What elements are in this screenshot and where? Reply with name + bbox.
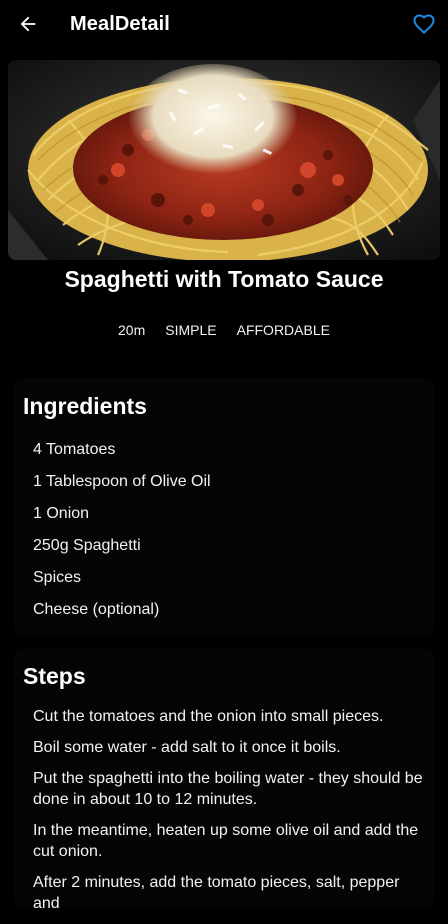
- ingredients-list: 4 Tomatoes 1 Tablespoon of Olive Oil 1 O…: [33, 434, 211, 626]
- meal-duration: 20m: [118, 322, 146, 338]
- step-item: In the meantime, heaten up some olive oi…: [33, 822, 419, 860]
- heart-outline-icon: [413, 14, 435, 34]
- steps-list: Cut the tomatoes and the onion into smal…: [33, 706, 428, 924]
- app-title: MealDetail: [70, 13, 170, 35]
- ingredient-item: 1 Onion: [33, 505, 90, 522]
- arrow-back-icon: [20, 16, 36, 32]
- ingredient-item: 4 Tomatoes: [33, 441, 116, 458]
- ingredients-card: Ingredients 4 Tomatoes 1 Tablespoon of O…: [14, 378, 434, 636]
- ingredient-item: 1 Tablespoon of Olive Oil: [33, 473, 211, 490]
- app-bar: MealDetail: [0, 0, 448, 48]
- meal-meta: 20m SIMPLE AFFORDABLE: [0, 318, 448, 342]
- step-item: After 2 minutes, add the tomato pieces, …: [33, 874, 400, 912]
- ingredient-item: 250g Spaghetti: [33, 537, 141, 554]
- step-item: Put the spaghetti into the boiling water…: [33, 770, 423, 808]
- step-item: Boil some water - add salt to it once it…: [33, 739, 341, 756]
- meal-title: Spaghetti with Tomato Sauce: [64, 266, 384, 292]
- favorite-button[interactable]: [404, 4, 444, 44]
- meal-image: [8, 60, 440, 260]
- meal-complexity: SIMPLE: [165, 322, 217, 338]
- ingredient-item: Spices: [33, 569, 82, 586]
- ingredient-item: Cheese (optional): [33, 601, 160, 618]
- steps-card: Steps Cut the tomatoes and the onion int…: [14, 648, 434, 912]
- ingredients-heading: Ingredients: [23, 393, 147, 419]
- back-button[interactable]: [8, 4, 48, 44]
- step-item: Cut the tomatoes and the onion into smal…: [33, 708, 384, 725]
- spaghetti-photo: [8, 60, 440, 260]
- meal-affordability: AFFORDABLE: [236, 322, 330, 338]
- steps-heading: Steps: [23, 663, 86, 689]
